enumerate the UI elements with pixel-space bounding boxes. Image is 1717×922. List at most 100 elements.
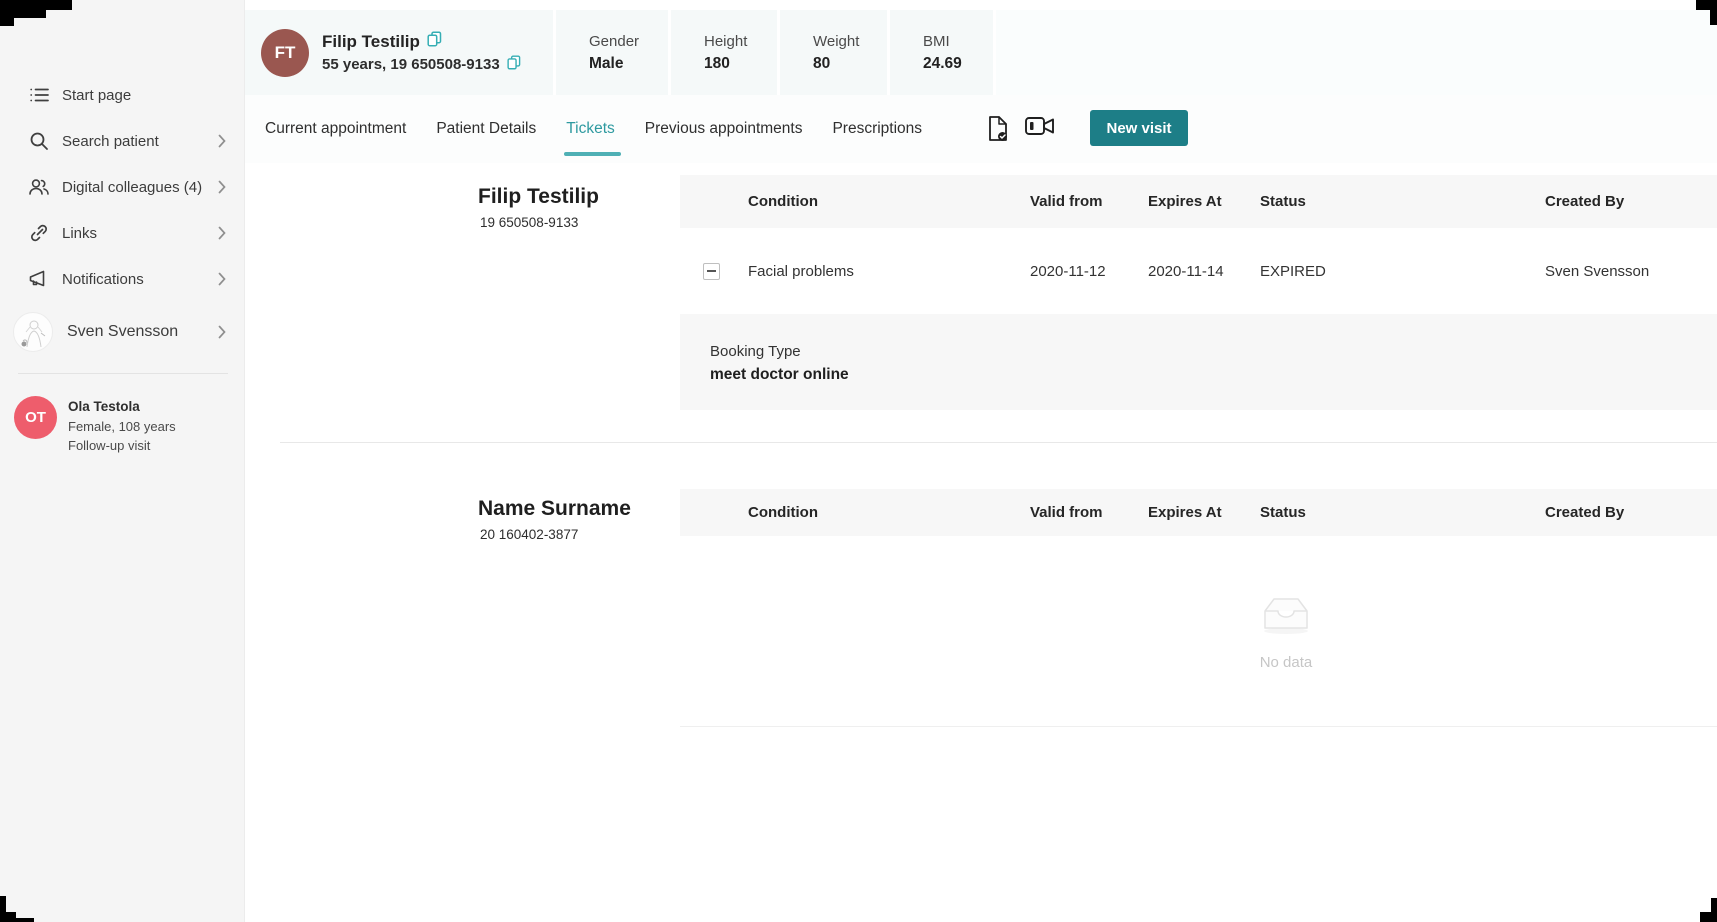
megaphone-icon — [28, 268, 50, 290]
detail-value: meet doctor online — [710, 363, 1717, 387]
chevron-right-icon — [218, 135, 226, 148]
patient-summary-card: FT Filip Testilip 55 years, 19 650508-91… — [245, 10, 553, 95]
tab-previous-appointments[interactable]: Previous appointments — [645, 114, 803, 144]
chevron-right-icon — [218, 181, 226, 194]
stat-value: 80 — [813, 53, 887, 75]
stat-gender: Gender Male — [556, 10, 668, 95]
table-header-row: Condition Valid from Expires At Status C… — [680, 175, 1717, 228]
people-icon — [28, 176, 50, 198]
copy-icon[interactable] — [427, 31, 442, 52]
cell-condition: Facial problems — [748, 263, 1030, 280]
avatar: FT — [261, 29, 309, 77]
section-patient-id: 19 650508-9133 — [480, 215, 578, 230]
stat-bmi: BMI 24.69 — [890, 10, 993, 95]
section-patient-name: Filip Testilip — [478, 185, 599, 209]
sidebar-item-links[interactable]: Links — [0, 210, 244, 256]
sidebar-item-digital-colleagues[interactable]: Digital colleagues (4) — [0, 164, 244, 210]
patient-name: Filip Testilip — [322, 30, 420, 54]
chevron-right-icon — [218, 227, 226, 240]
video-camera-icon[interactable] — [1024, 114, 1056, 144]
tab-current-appointment[interactable]: Current appointment — [265, 114, 406, 144]
table-bottom-divider — [680, 726, 1717, 727]
col-created-by: Created By — [1545, 504, 1717, 521]
col-expires-at: Expires At — [1148, 504, 1260, 521]
stat-weight: Weight 80 — [780, 10, 887, 95]
tab-patient-details[interactable]: Patient Details — [436, 114, 536, 144]
cell-created-by: Sven Svensson — [1545, 263, 1717, 280]
stat-height: Height 180 — [671, 10, 777, 95]
section-patient-name: Name Surname — [478, 497, 631, 521]
current-patient-name: Ola Testola — [68, 397, 176, 417]
table-row[interactable]: Facial problems 2020-11-12 2020-11-14 EX… — [680, 228, 1717, 314]
stat-value: Male — [589, 53, 668, 75]
col-condition: Condition — [748, 504, 1030, 521]
tickets-table-empty: Condition Valid from Expires At Status C… — [680, 489, 1717, 536]
screen-corner — [14, 918, 34, 922]
sidebar: Start page Search patient Digital collea… — [0, 0, 245, 922]
sidebar-item-start-page[interactable]: Start page — [0, 72, 244, 118]
chevron-right-icon — [218, 326, 226, 339]
sidebar-item-search-patient[interactable]: Search patient — [0, 118, 244, 164]
no-data-icon — [1257, 593, 1315, 635]
col-status: Status — [1260, 504, 1545, 521]
col-valid-from: Valid from — [1030, 504, 1148, 521]
sidebar-user-menu[interactable]: Sven Svensson — [0, 302, 244, 362]
list-icon — [28, 84, 50, 106]
row-detail-panel: Booking Type meet doctor online — [680, 314, 1717, 410]
no-data-text: No data — [1206, 654, 1366, 671]
sidebar-item-label: Notifications — [62, 271, 144, 288]
patient-header: FT Filip Testilip 55 years, 19 650508-91… — [245, 10, 1717, 95]
cell-valid-from: 2020-11-12 — [1030, 263, 1148, 280]
sidebar-item-label: Search patient — [62, 133, 159, 150]
col-expires-at: Expires At — [1148, 193, 1260, 210]
patient-header-spacer — [996, 10, 1717, 95]
stat-label: BMI — [923, 31, 993, 53]
patient-age-id: 55 years, 19 650508-9133 — [322, 54, 500, 76]
table-header-row: Condition Valid from Expires At Status C… — [680, 489, 1717, 536]
sidebar-item-label: Links — [62, 225, 97, 242]
stat-label: Gender — [589, 31, 668, 53]
sidebar-item-label: Start page — [62, 87, 131, 104]
stat-value: 180 — [704, 53, 777, 75]
stat-label: Weight — [813, 31, 887, 53]
document-check-icon[interactable] — [985, 114, 1011, 144]
current-patient-visit-type: Follow-up visit — [68, 436, 176, 455]
cell-expires-at: 2020-11-14 — [1148, 263, 1260, 280]
empty-state: No data — [1206, 593, 1366, 671]
screen-corner — [0, 18, 14, 26]
avatar: OT — [14, 396, 57, 439]
sidebar-item-notifications[interactable]: Notifications — [0, 256, 244, 302]
stat-label: Height — [704, 31, 777, 53]
col-condition: Condition — [748, 193, 1030, 210]
tickets-table: Condition Valid from Expires At Status C… — [680, 175, 1717, 410]
tab-tickets[interactable]: Tickets — [566, 114, 615, 144]
patient-tabs-bar: Current appointment Patient Details Tick… — [245, 95, 1717, 163]
col-status: Status — [1260, 193, 1545, 210]
col-created-by: Created By — [1545, 193, 1717, 210]
current-patient-card[interactable]: OT Ola Testola Female, 108 years Follow-… — [0, 384, 244, 455]
chevron-right-icon — [218, 273, 226, 286]
col-valid-from: Valid from — [1030, 193, 1148, 210]
sidebar-divider — [18, 373, 228, 374]
tab-prescriptions[interactable]: Prescriptions — [832, 114, 922, 144]
app-window: Start page Search patient Digital collea… — [0, 0, 1717, 922]
screen-corner — [1710, 10, 1717, 25]
screen-corner — [0, 0, 72, 10]
cell-status: EXPIRED — [1260, 263, 1545, 280]
new-visit-button[interactable]: New visit — [1090, 110, 1188, 146]
screen-corner — [0, 10, 46, 18]
doctor-avatar — [13, 312, 53, 352]
current-patient-demographics: Female, 108 years — [68, 417, 176, 436]
screen-corner — [1711, 898, 1717, 914]
link-icon — [28, 222, 50, 244]
screen-corner — [1696, 0, 1717, 10]
section-divider — [280, 442, 1717, 443]
sidebar-user-name: Sven Svensson — [67, 323, 178, 341]
copy-icon[interactable] — [507, 55, 521, 75]
sidebar-item-label: Digital colleagues (4) — [62, 179, 202, 196]
search-icon — [28, 130, 50, 152]
tickets-content: Filip Testilip 19 650508-9133 Condition … — [245, 163, 1717, 922]
detail-label: Booking Type — [710, 340, 1717, 363]
collapse-row-button[interactable] — [703, 263, 720, 280]
stat-value: 24.69 — [923, 53, 993, 75]
